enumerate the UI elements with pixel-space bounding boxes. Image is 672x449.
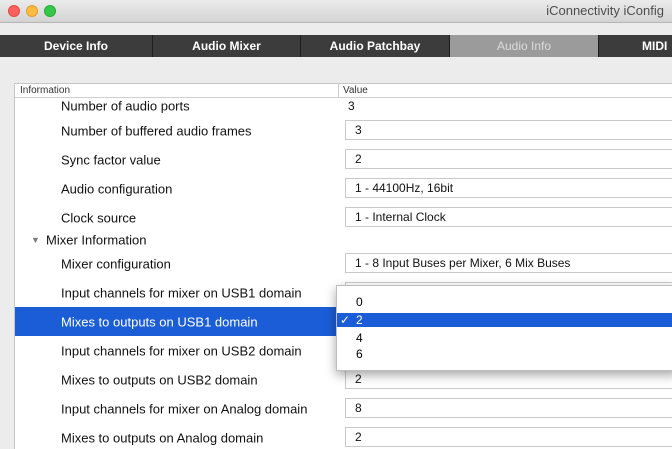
tab-midi[interactable]: MIDI bbox=[599, 35, 672, 57]
row-label: Input channels for mixer on USB2 domain bbox=[61, 343, 302, 358]
dropdown-option[interactable]: 4 bbox=[337, 331, 672, 345]
close-window-button[interactable] bbox=[8, 5, 20, 17]
group-row-mixer-information[interactable]: ▼ Mixer Information bbox=[15, 231, 672, 249]
table-row[interactable]: Mixes to outputs on Analog domain 2 bbox=[15, 423, 672, 449]
disclosure-triangle-icon[interactable]: ▼ bbox=[31, 235, 40, 245]
table-row[interactable]: Input channels for mixer on Analog domai… bbox=[15, 394, 672, 423]
dropdown-option[interactable]: 6 bbox=[337, 347, 672, 361]
table-row[interactable]: Number of audio ports 3 bbox=[15, 97, 672, 115]
tab-device-info[interactable]: Device Info bbox=[0, 35, 153, 57]
value-field[interactable]: 1 - 8 Input Buses per Mixer, 6 Mix Buses bbox=[345, 253, 672, 273]
row-label: Mixes to outputs on USB2 domain bbox=[61, 372, 258, 387]
table-row[interactable]: Mixer configuration 1 - 8 Input Buses pe… bbox=[15, 249, 672, 278]
row-label: Mixes to outputs on USB1 domain bbox=[61, 314, 258, 329]
table-row[interactable]: Number of buffered audio frames 3 bbox=[15, 116, 672, 145]
row-label: Mixes to outputs on Analog domain bbox=[61, 430, 264, 445]
info-table: Information Value Number of audio ports … bbox=[14, 83, 672, 449]
table-row[interactable]: Sync factor value 2 bbox=[15, 145, 672, 174]
minimize-window-button[interactable] bbox=[26, 5, 38, 17]
dropdown-option-selected[interactable]: ✓ 2 bbox=[337, 313, 672, 327]
column-header-information[interactable]: Information bbox=[20, 85, 70, 96]
window-title: iConnectivity iConfig bbox=[546, 3, 664, 18]
value-field[interactable]: 1 - Internal Clock bbox=[345, 207, 672, 227]
row-label: Mixer configuration bbox=[61, 256, 171, 271]
row-label: Number of buffered audio frames bbox=[61, 123, 252, 138]
column-divider[interactable] bbox=[338, 84, 339, 97]
value-field[interactable]: 8 bbox=[345, 398, 672, 418]
table-row[interactable]: Audio configuration 1 - 44100Hz, 16bit bbox=[15, 174, 672, 203]
group-label: Mixer Information bbox=[46, 232, 147, 248]
checkmark-icon: ✓ bbox=[340, 313, 351, 327]
tab-audio-patchbay[interactable]: Audio Patchbay bbox=[301, 35, 450, 57]
zoom-window-button[interactable] bbox=[44, 5, 56, 17]
value-field[interactable]: 2 bbox=[345, 149, 672, 169]
table-header: Information Value bbox=[15, 84, 672, 98]
tab-bar: Device Info Audio Mixer Audio Patchbay A… bbox=[0, 35, 672, 57]
value-field[interactable]: 1 - 44100Hz, 16bit bbox=[345, 178, 672, 198]
row-label: Number of audio ports bbox=[61, 98, 190, 114]
table-row[interactable]: Clock source 1 - Internal Clock bbox=[15, 203, 672, 232]
row-label: Input channels for mixer on USB1 domain bbox=[61, 285, 302, 300]
column-header-value[interactable]: Value bbox=[343, 85, 368, 96]
tab-audio-info[interactable]: Audio Info bbox=[450, 35, 599, 57]
row-value: 3 bbox=[348, 99, 355, 113]
dropdown-option[interactable]: 0 bbox=[337, 295, 672, 309]
row-label: Input channels for mixer on Analog domai… bbox=[61, 401, 308, 416]
row-label: Sync factor value bbox=[61, 152, 161, 167]
row-label: Audio configuration bbox=[61, 181, 173, 196]
tab-audio-mixer[interactable]: Audio Mixer bbox=[153, 35, 301, 57]
title-bar: iConnectivity iConfig bbox=[0, 0, 672, 23]
value-field[interactable]: 2 bbox=[345, 427, 672, 447]
value-field[interactable]: 3 bbox=[345, 120, 672, 140]
value-dropdown-menu[interactable]: 0 ✓ 2 4 6 bbox=[336, 285, 672, 371]
value-field[interactable]: 2 bbox=[345, 369, 672, 389]
row-label: Clock source bbox=[61, 210, 137, 225]
